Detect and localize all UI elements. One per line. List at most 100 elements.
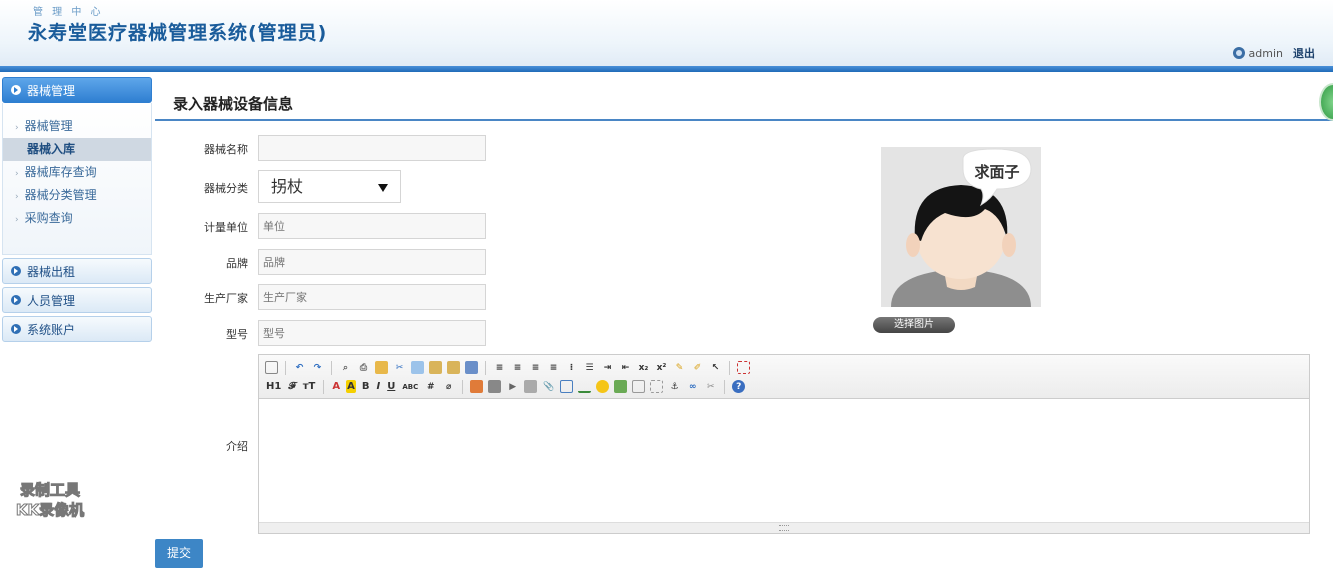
strikethrough-button[interactable]: ABC [401,380,419,393]
multi-image-icon[interactable] [488,380,502,393]
background-color-button[interactable]: A [346,380,356,393]
submit-button[interactable]: 提交 [155,539,203,568]
sidebar-item-label: 器械管理 [24,119,73,133]
paste-icon[interactable] [429,361,442,374]
toolbar-separator [462,379,464,394]
underline-button[interactable]: U [386,380,396,393]
logout-link[interactable]: 退出 [1293,45,1315,61]
toolbar-separator [323,379,325,394]
menu-group-rental[interactable]: 器械出租 [2,258,152,284]
redo-icon[interactable]: ↷ [311,361,324,374]
user-area: admin 退出 [1232,45,1315,61]
app-title: 永寿堂医疗器械管理系统(管理员) [28,22,328,44]
source-icon[interactable] [265,361,278,374]
font-size-button[interactable]: тT [302,380,317,393]
line-height-icon[interactable]: # [424,380,437,393]
sidebar-item-inventory-query[interactable]: › 器械库存查询 [3,161,151,184]
toolbar-row: ↶ ↷ ⌕ ⎙ ✂ ≡ ≡ ≡ ≡ ⁝ ☰ ⇥ ⇤ x₂ x² ✎ ✐ ↖ [265,358,1303,377]
resize-grip-icon [779,525,789,531]
intro-label: 介绍 [226,440,248,453]
font-color-button[interactable]: A [331,380,341,393]
paste-word-icon[interactable] [465,361,478,374]
map-icon[interactable] [614,380,628,393]
maker-label: 生产厂家 [204,292,248,305]
sidebar-item-purchase-query[interactable]: › 采购查询 [3,207,151,230]
flash-icon[interactable]: ▶ [506,380,519,393]
unit-input[interactable] [258,213,486,239]
pagebreak-icon[interactable] [650,380,664,393]
menu-group-label: 器械出租 [27,264,76,279]
page-title: 录入器械设备信息 [155,80,1333,121]
brand-input[interactable] [258,249,486,275]
preview-icon[interactable]: ⌕ [339,361,352,374]
superscript-icon[interactable]: x² [655,361,668,374]
image-icon[interactable] [470,380,484,393]
category-select[interactable]: 拐杖 [258,170,401,203]
media-icon[interactable] [524,380,538,393]
menu-group-accounts[interactable]: 系统账户 [2,316,152,342]
bold-button[interactable]: B [361,380,371,393]
justify-icon[interactable]: ≡ [547,361,560,374]
italic-button[interactable]: I [375,380,381,393]
editor-toolbar: ↶ ↷ ⌕ ⎙ ✂ ≡ ≡ ≡ ≡ ⁝ ☰ ⇥ ⇤ x₂ x² ✎ ✐ ↖ H1… [259,355,1309,399]
maker-input[interactable] [258,284,486,310]
app-header: 管 理 中 心 永寿堂医疗器械管理系统(管理员) admin 退出 [0,0,1333,72]
help-icon[interactable]: ? [732,380,746,393]
clear-format-icon[interactable]: ✎ [673,361,686,374]
hr-icon[interactable] [578,380,592,393]
cut-icon[interactable]: ✂ [393,361,406,374]
paste-text-icon[interactable] [447,361,460,374]
name-input[interactable] [258,135,486,161]
category-value: 拐杖 [271,177,304,196]
sidebar-item-equipment-stockin[interactable]: 器械入库 [3,138,151,161]
header-subtitle: 管 理 中 心 [33,7,104,18]
chevron-right-icon: › [15,192,19,202]
copy-icon[interactable] [411,361,424,374]
rich-text-editor: ↶ ↷ ⌕ ⎙ ✂ ≡ ≡ ≡ ≡ ⁝ ☰ ⇥ ⇤ x₂ x² ✎ ✐ ↖ H1… [258,354,1310,534]
user-icon [1232,47,1245,59]
emoticon-icon[interactable] [596,380,610,393]
remove-format-icon[interactable]: ⌀ [442,380,455,393]
toolbar-separator [724,379,726,394]
indent-icon[interactable]: ⇥ [601,361,614,374]
menu-group-staff[interactable]: 人员管理 [2,287,152,313]
format-painter-icon[interactable]: ✐ [691,361,704,374]
print-icon[interactable]: ⎙ [357,361,370,374]
align-right-icon[interactable]: ≡ [529,361,542,374]
menu-group-label: 器械管理 [27,83,76,98]
sidebar-item-category-manage[interactable]: › 器械分类管理 [3,184,151,207]
toolbar-row: H1 𝓕 тT A A B I U ABC # ⌀ ▶ 📎 ⚓ ∞ ✂ ? [265,377,1303,396]
watermark-line: 录制工具 [19,481,80,500]
align-left-icon[interactable]: ≡ [493,361,506,374]
toolbar-separator [285,360,286,375]
outdent-icon[interactable]: ⇤ [619,361,632,374]
select-all-icon[interactable]: ↖ [709,361,722,374]
attachment-icon[interactable]: 📎 [542,380,555,393]
code-icon[interactable] [632,380,646,393]
subscript-icon[interactable]: x₂ [637,361,650,374]
template-icon[interactable] [375,361,388,374]
unordered-list-icon[interactable]: ☰ [583,361,596,374]
watermark-line: KK录像机 [15,501,85,520]
arrow-circle-icon [11,85,21,95]
fullscreen-icon[interactable] [737,361,750,374]
editor-resize-bar[interactable] [259,522,1309,533]
model-input[interactable] [258,320,486,346]
choose-image-button[interactable]: 选择图片 [873,317,955,333]
arrow-circle-icon [11,295,21,305]
link-icon[interactable]: ∞ [686,380,699,393]
undo-icon[interactable]: ↶ [293,361,306,374]
table-icon[interactable] [560,380,574,393]
align-center-icon[interactable]: ≡ [511,361,524,374]
ordered-list-icon[interactable]: ⁝ [565,361,578,374]
heading-button[interactable]: H1 [265,380,282,393]
menu-group-equipment[interactable]: 器械管理 [2,77,152,103]
avatar-illustration: 求面子 [881,147,1041,307]
font-family-button[interactable]: 𝓕 [287,380,296,393]
sidebar-item-label: 器械分类管理 [24,188,97,202]
editor-body[interactable] [259,399,1309,523]
toolbar-separator [331,360,332,375]
unlink-icon[interactable]: ✂ [704,380,717,393]
anchor-icon[interactable]: ⚓ [668,380,681,393]
sidebar-item-equipment-manage[interactable]: › 器械管理 [3,115,151,138]
